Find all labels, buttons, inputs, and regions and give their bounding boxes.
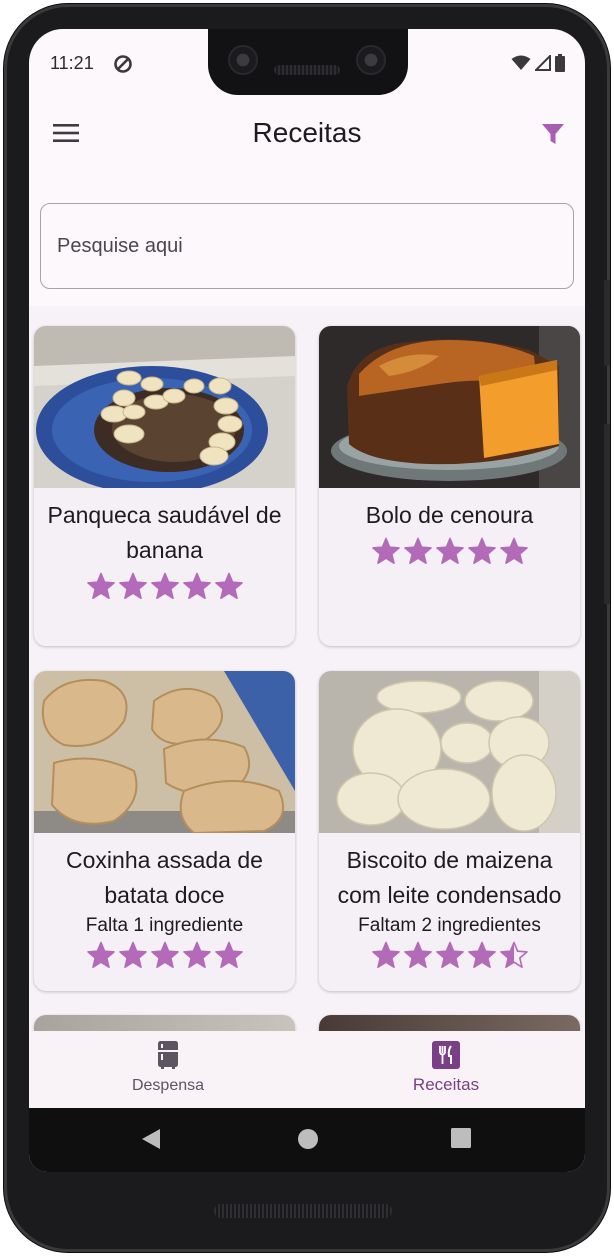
camera-notch	[208, 29, 408, 95]
system-navigation	[29, 1108, 585, 1172]
star-icon	[182, 941, 211, 974]
recipe-photo	[319, 1015, 580, 1031]
star-icon	[182, 572, 211, 605]
recipe-photo	[34, 671, 295, 833]
home-icon[interactable]	[297, 1128, 319, 1155]
fridge-icon	[158, 1041, 178, 1074]
data-saver-icon	[113, 54, 133, 79]
nav-receitas[interactable]: Receitas	[307, 1031, 585, 1108]
star-icon	[467, 941, 496, 974]
star-icon	[150, 572, 179, 605]
star-icon	[499, 537, 528, 570]
search-input[interactable]: Pesquise aqui	[40, 203, 574, 289]
recipe-name: Panqueca saudável de banana	[47, 502, 282, 563]
star-icon	[150, 941, 179, 974]
volume-button	[604, 424, 610, 604]
recipe-card[interactable]: Coxinha assada de batata doce Falta 1 in…	[34, 671, 295, 991]
status-time: 11:21	[50, 53, 94, 73]
signal-icon	[533, 53, 551, 76]
screen: 11:21 Receitas Pesquise aqui Panqueca sa…	[29, 29, 585, 1172]
rating-stars	[319, 941, 580, 974]
recents-icon[interactable]	[451, 1128, 471, 1153]
recipe-name: Biscoito de maizena com leite condensado	[337, 847, 562, 908]
earpiece	[274, 65, 340, 75]
star-icon	[118, 572, 147, 605]
star-icon	[214, 572, 243, 605]
search-placeholder: Pesquise aqui	[57, 234, 183, 257]
wifi-icon	[511, 55, 531, 76]
star-icon	[403, 941, 432, 974]
star-icon	[86, 941, 115, 974]
battery-icon	[555, 54, 565, 77]
star-icon	[371, 941, 400, 974]
star-icon	[467, 537, 496, 570]
front-camera	[228, 45, 258, 75]
recipe-photo	[319, 671, 580, 833]
recipe-photo	[319, 326, 580, 488]
recipe-card[interactable]: Biscoito de maizena com leite condensado…	[319, 671, 580, 991]
star-icon	[86, 572, 115, 605]
page-title: Receitas	[252, 117, 362, 148]
star-icon	[371, 537, 400, 570]
nav-label: Despensa	[131, 1077, 205, 1094]
restaurant-icon	[432, 1041, 460, 1074]
bottom-speaker	[214, 1204, 392, 1218]
star-icon	[403, 537, 432, 570]
recipe-photo	[34, 326, 295, 488]
bottom-navigation: Despensa Receitas	[29, 1031, 585, 1108]
rating-stars	[319, 537, 580, 570]
back-icon[interactable]	[141, 1128, 161, 1155]
recipe-name: Bolo de cenoura	[365, 502, 534, 528]
rating-stars	[34, 572, 295, 605]
recipe-card[interactable]	[319, 1015, 580, 1031]
recipe-name: Coxinha assada de batata doce	[66, 847, 263, 908]
rating-stars	[34, 941, 295, 974]
star-icon	[118, 941, 147, 974]
recipe-card[interactable]: Panqueca saudável de banana	[34, 326, 295, 646]
front-camera	[356, 45, 386, 75]
star-icon	[435, 941, 464, 974]
nav-despensa[interactable]: Despensa	[29, 1031, 307, 1108]
power-button	[604, 280, 610, 366]
recipe-grid[interactable]: Panqueca saudável de banana Bolo de ceno…	[29, 306, 585, 1031]
missing-ingredients: Falta 1 ingrediente	[85, 915, 244, 936]
app-bar: Receitas	[29, 95, 585, 175]
recipe-photo	[34, 1015, 295, 1031]
recipe-card[interactable]: Bolo de cenoura	[319, 326, 580, 646]
nav-label: Receitas	[412, 1075, 480, 1094]
filter-icon[interactable]	[541, 122, 565, 151]
star-icon	[435, 537, 464, 570]
missing-ingredients: Faltam 2 ingredientes	[358, 915, 541, 936]
star-icon	[214, 941, 243, 974]
star-icon	[499, 941, 528, 974]
recipe-card[interactable]	[34, 1015, 295, 1031]
